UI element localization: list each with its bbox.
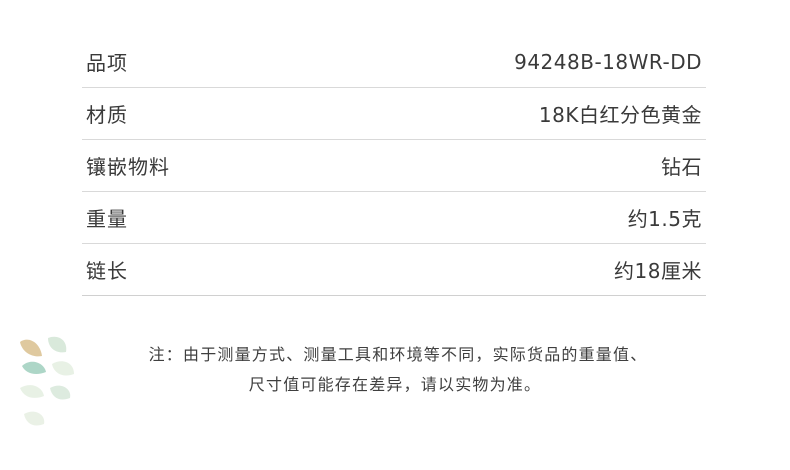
- spec-row-material: 材质 18K白红分色黄金: [82, 88, 706, 140]
- leaf-green-6: [24, 411, 45, 426]
- spec-row-item: 品项 94248B-18WR-DD: [82, 36, 706, 88]
- spec-value: 约18厘米: [614, 259, 702, 283]
- spec-value: 18K白红分色黄金: [538, 103, 702, 127]
- disclaimer-note: 注：由于测量方式、测量工具和环境等不同，实际货品的重量值、 尺寸值可能存在差异，…: [0, 340, 790, 400]
- spec-label: 镶嵌物料: [86, 155, 170, 179]
- disclaimer-line-2: 尺寸值可能存在差异，请以实物为准。: [248, 375, 542, 394]
- spec-label: 链长: [86, 259, 128, 283]
- disclaimer-line-1: 注：由于测量方式、测量工具和环境等不同，实际货品的重量值、: [148, 345, 648, 364]
- spec-label: 重量: [86, 207, 128, 231]
- spec-value: 钻石: [661, 155, 702, 179]
- spec-label: 品项: [86, 51, 128, 75]
- spec-row-chain-length: 链长 约18厘米: [82, 244, 706, 296]
- spec-value: 94248B-18WR-DD: [514, 49, 702, 74]
- spec-table: 品项 94248B-18WR-DD 材质 18K白红分色黄金 镶嵌物料 钻石 重…: [82, 36, 706, 296]
- spec-row-inlay: 镶嵌物料 钻石: [82, 140, 706, 192]
- spec-label: 材质: [86, 103, 128, 127]
- spec-row-weight: 重量 约1.5克: [82, 192, 706, 244]
- spec-value: 约1.5克: [627, 207, 702, 231]
